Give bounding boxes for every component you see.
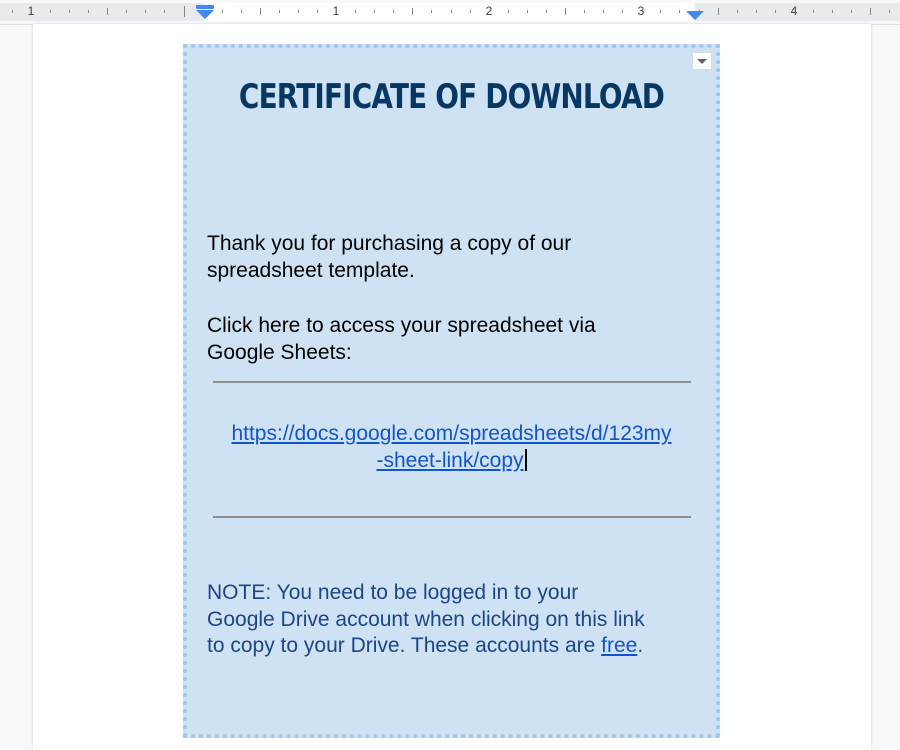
ruler-number: 1 <box>332 4 340 18</box>
ruler-tick <box>870 8 871 15</box>
note-period: . <box>637 634 644 657</box>
ruler-tick <box>279 10 280 13</box>
ruler-tick <box>107 8 108 15</box>
first-line-indent-icon[interactable] <box>196 5 214 9</box>
ruler-tick <box>718 8 719 15</box>
certificate-title: CERTIFICATE OF DOWNLOAD <box>238 77 665 117</box>
ruler-tick <box>12 10 13 13</box>
ruler-tick <box>775 10 776 13</box>
horizontal-ruler[interactable]: 1 1 2 3 4 <box>0 0 900 25</box>
right-indent-marker-icon[interactable] <box>686 11 704 20</box>
ruler-number: 3 <box>637 4 645 18</box>
note-line: Google Drive account when clicking on th… <box>207 607 645 631</box>
ruler-tick <box>470 10 471 13</box>
ruler-tick <box>851 10 852 13</box>
thanks-line: Thank you for purchasing a copy of our <box>207 232 572 255</box>
ruler-tick <box>679 10 680 13</box>
ruler-tick <box>88 10 89 13</box>
ruler-tick <box>622 10 623 13</box>
ruler-number: 4 <box>790 4 798 18</box>
ruler-tick <box>374 10 375 13</box>
ruler-tick <box>832 10 833 13</box>
ruler-tick <box>431 10 432 13</box>
click-line: Google Sheets: <box>207 340 352 364</box>
ruler-tick <box>164 10 165 13</box>
note-line: to copy to your Drive. These accounts ar… <box>207 633 703 660</box>
table-menu-button[interactable] <box>692 52 712 70</box>
spreadsheet-link-paragraph[interactable]: https://docs.google.com/spreadsheets/d/1… <box>200 421 703 474</box>
ruler-tick <box>527 10 528 13</box>
ruler-tick <box>260 8 261 15</box>
ruler-tick <box>546 10 547 13</box>
free-link[interactable]: free <box>601 634 637 657</box>
ruler-number: 1 <box>27 4 35 18</box>
click-here-paragraph[interactable]: Click here to access your spreadsheet vi… <box>207 313 707 366</box>
ruler-tick <box>145 10 146 13</box>
thanks-line: spreadsheet template. <box>207 258 415 282</box>
note-paragraph[interactable]: NOTE: You need to be logged in to your G… <box>207 580 703 660</box>
ruler-tick <box>603 10 604 13</box>
horizontal-divider-bottom <box>213 516 691 518</box>
ruler-tick <box>508 10 509 13</box>
ruler-number: 2 <box>485 4 493 18</box>
ruler-tick <box>660 10 661 13</box>
note-line: NOTE: You need to be logged in to your <box>207 581 579 604</box>
ruler-tick <box>222 10 223 13</box>
ruler-tick <box>813 10 814 13</box>
ruler-tick <box>69 10 70 13</box>
note-text: to copy to your Drive. These accounts ar… <box>207 634 602 657</box>
ruler-tick <box>889 10 890 13</box>
ruler-tick <box>355 10 356 13</box>
ruler-tick <box>298 10 299 13</box>
spreadsheet-link-line[interactable]: -sheet-link/copy <box>376 449 523 472</box>
thanks-paragraph[interactable]: Thank you for purchasing a copy of our s… <box>207 231 707 284</box>
ruler-tick <box>756 10 757 13</box>
click-line: Click here to access your spreadsheet vi… <box>207 314 596 337</box>
text-cursor <box>524 448 527 471</box>
ruler-tick <box>584 10 585 13</box>
ruler-tick <box>451 10 452 13</box>
ruler-tick <box>126 10 127 13</box>
chevron-down-icon <box>697 58 707 64</box>
ruler-tick <box>184 6 185 17</box>
ruler-tick <box>241 10 242 13</box>
ruler-tick <box>317 10 318 13</box>
ruler-tick <box>565 8 566 15</box>
spreadsheet-link-line[interactable]: https://docs.google.com/spreadsheets/d/1… <box>231 422 671 445</box>
ruler-tick <box>50 10 51 13</box>
horizontal-divider-top <box>213 381 691 383</box>
ruler-tick <box>412 8 413 15</box>
left-indent-marker-icon[interactable] <box>196 10 214 19</box>
ruler-tick <box>393 10 394 13</box>
ruler-tick <box>737 10 738 13</box>
